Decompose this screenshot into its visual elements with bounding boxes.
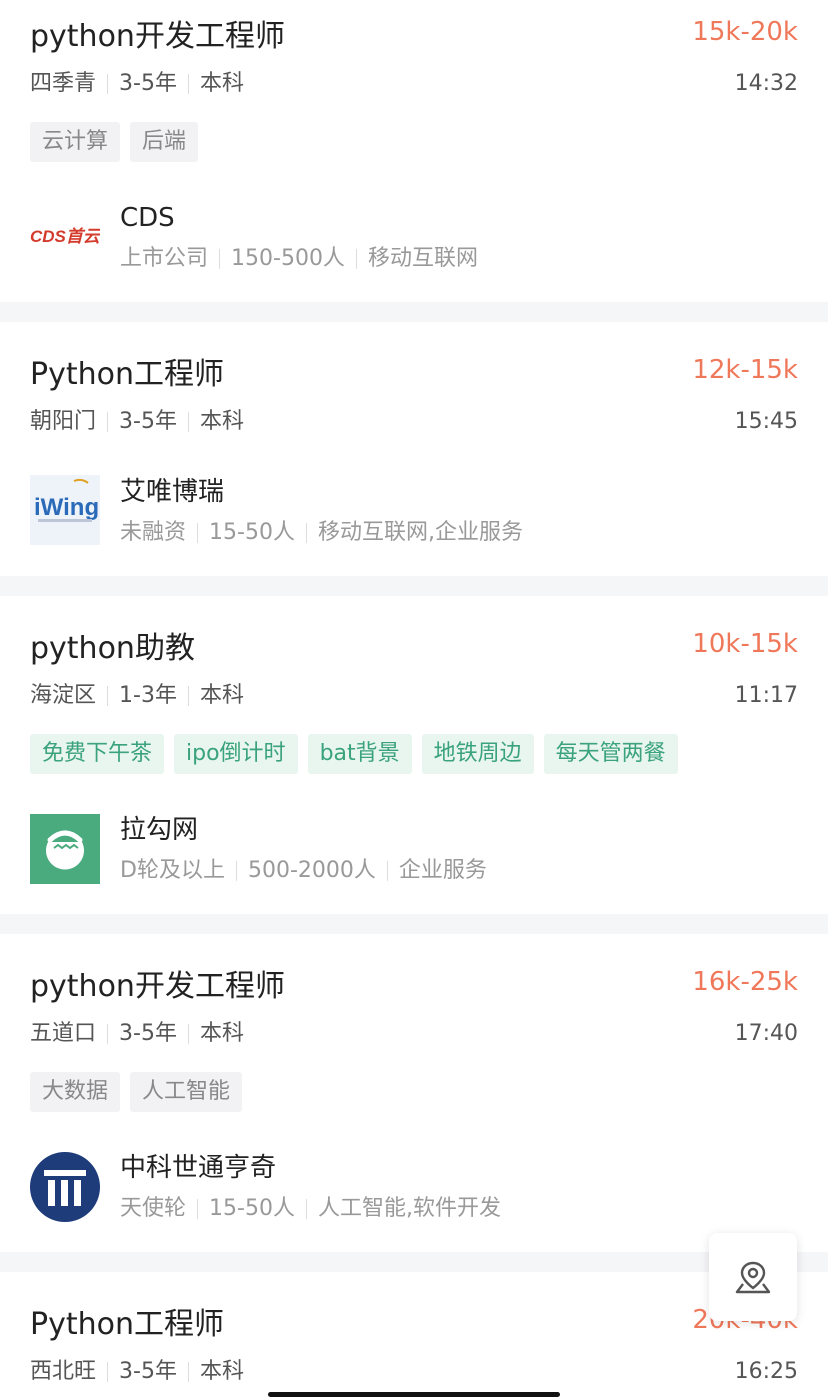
company-stage: 上市公司	[120, 246, 209, 271]
job-title: Python工程师	[30, 357, 224, 392]
map-button[interactable]	[709, 1233, 797, 1321]
location: 四季青	[30, 71, 97, 96]
company-meta: 未融资 15-50人 移动互联网,企业服务	[120, 518, 523, 548]
company-size: 150-500人	[231, 246, 345, 271]
tag: 每天管两餐	[543, 734, 678, 774]
tag: 后端	[130, 122, 199, 162]
experience: 3-5年	[119, 1359, 177, 1384]
job-card[interactable]: Python工程师 20k-40k 西北旺 3-5年 本科 16:25	[0, 1272, 828, 1397]
company-name: 拉勾网	[120, 815, 199, 845]
job-card[interactable]: python开发工程师 15k-20k 四季青 3-5年 本科 14:32 云计…	[0, 0, 828, 302]
company-size: 500-2000人	[247, 858, 376, 883]
tag-list: 云计算 后端	[30, 122, 199, 162]
tag-list: 免费下午茶 ipo倒计时 bat背景 地铁周边 每天管两餐	[30, 734, 678, 774]
company-logo: iWing	[30, 475, 100, 545]
education: 本科	[199, 71, 244, 96]
location: 五道口	[30, 1021, 97, 1046]
svg-text:iWing: iWing	[34, 494, 99, 521]
company-industry: 人工智能,软件开发	[317, 1196, 501, 1221]
salary: 10k-15k	[692, 629, 798, 659]
company-logo	[30, 1152, 100, 1222]
company-industry: 移动互联网,企业服务	[317, 520, 523, 545]
salary: 15k-20k	[692, 17, 798, 47]
lagou-logo-icon	[46, 830, 84, 870]
map-pin-icon	[735, 1261, 771, 1294]
company-size: 15-50人	[209, 1196, 295, 1221]
education: 本科	[199, 1359, 244, 1384]
tag: 免费下午茶	[30, 734, 165, 774]
post-time: 17:40	[734, 1021, 798, 1046]
post-time: 14:32	[734, 71, 798, 96]
education: 本科	[199, 683, 244, 708]
job-title: python开发工程师	[30, 19, 285, 54]
post-time: 16:25	[734, 1359, 798, 1384]
location: 西北旺	[30, 1359, 97, 1384]
company-industry: 企业服务	[398, 858, 487, 883]
salary: 12k-15k	[692, 355, 798, 385]
company-size: 15-50人	[209, 520, 295, 545]
education: 本科	[199, 1021, 244, 1046]
job-title: Python工程师	[30, 1307, 224, 1342]
company-stage: D轮及以上	[120, 858, 225, 883]
job-title: python开发工程师	[30, 969, 285, 1004]
job-title: python助教	[30, 631, 195, 666]
job-meta: 西北旺 3-5年 本科	[30, 1357, 244, 1387]
salary: 16k-25k	[692, 967, 798, 997]
job-card[interactable]: python助教 10k-15k 海淀区 1-3年 本科 11:17 免费下午茶…	[0, 596, 828, 914]
tag: bat背景	[307, 734, 412, 774]
tag: 地铁周边	[421, 734, 534, 774]
svg-text:CDS首云: CDS首云	[30, 227, 100, 246]
education: 本科	[199, 409, 244, 434]
tag: ipo倒计时	[174, 734, 298, 774]
zhongke-logo-icon	[44, 1170, 86, 1206]
company-meta: 上市公司 150-500人 移动互联网	[120, 244, 478, 274]
company-stage: 天使轮	[120, 1196, 187, 1221]
company-meta: D轮及以上 500-2000人 企业服务	[120, 856, 487, 886]
tag: 云计算	[30, 122, 121, 162]
iwing-logo-icon: iWing	[34, 478, 99, 522]
company-name: 艾唯博瑞	[120, 477, 225, 507]
job-card[interactable]: Python工程师 12k-15k 朝阳门 3-5年 本科 15:45 iWin…	[0, 322, 828, 576]
job-meta: 五道口 3-5年 本科	[30, 1019, 244, 1049]
experience: 3-5年	[119, 71, 177, 96]
post-time: 15:45	[734, 409, 798, 434]
company-industry: 移动互联网	[367, 246, 478, 271]
experience: 3-5年	[119, 1021, 177, 1046]
cds-logo-icon: CDS首云	[30, 227, 100, 246]
company-meta: 天使轮 15-50人 人工智能,软件开发	[120, 1194, 501, 1224]
tag: 人工智能	[130, 1072, 243, 1112]
experience: 3-5年	[119, 409, 177, 434]
job-meta: 海淀区 1-3年 本科	[30, 681, 244, 711]
company-name: 中科世通亨奇	[120, 1153, 277, 1183]
company-name: CDS	[120, 203, 175, 233]
job-meta: 四季青 3-5年 本科	[30, 69, 244, 99]
company-logo	[30, 814, 100, 884]
home-indicator[interactable]	[268, 1392, 560, 1397]
job-card[interactable]: python开发工程师 16k-25k 五道口 3-5年 本科 17:40 大数…	[0, 934, 828, 1252]
location: 海淀区	[30, 683, 97, 708]
company-logo: CDS首云	[30, 201, 100, 271]
post-time: 11:17	[734, 683, 798, 708]
tag: 大数据	[30, 1072, 121, 1112]
experience: 1-3年	[119, 683, 177, 708]
location: 朝阳门	[30, 409, 97, 434]
job-meta: 朝阳门 3-5年 本科	[30, 407, 244, 437]
company-stage: 未融资	[120, 520, 187, 545]
job-list: python开发工程师 15k-20k 四季青 3-5年 本科 14:32 云计…	[0, 0, 828, 1397]
tag-list: 大数据 人工智能	[30, 1072, 243, 1112]
